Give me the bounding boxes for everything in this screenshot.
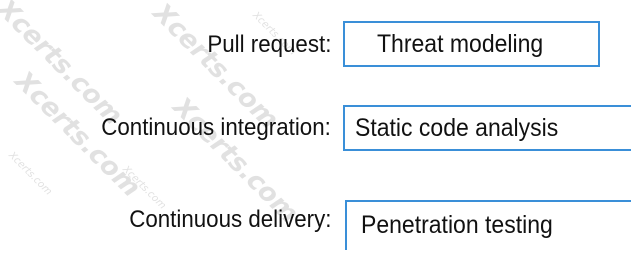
pull-request-answer-box[interactable]: Threat modeling bbox=[343, 21, 600, 67]
pull-request-answer-text: Threat modeling bbox=[377, 30, 544, 58]
watermark-text: Xcerts.com bbox=[0, 0, 129, 132]
pull-request-label: Pull request: bbox=[206, 31, 331, 58]
continuous-delivery-answer-box[interactable]: Penetration testing bbox=[345, 200, 631, 250]
watermark-text: Xcerts.com bbox=[6, 150, 54, 198]
continuous-integration-label: Continuous integration: bbox=[101, 114, 331, 141]
continuous-delivery-answer-text: Penetration testing bbox=[361, 211, 553, 239]
continuous-delivery-label: Continuous delivery: bbox=[128, 206, 331, 233]
continuous-integration-answer-text: Static code analysis bbox=[355, 114, 559, 142]
continuous-integration-answer-box[interactable]: Static code analysis bbox=[343, 105, 631, 151]
